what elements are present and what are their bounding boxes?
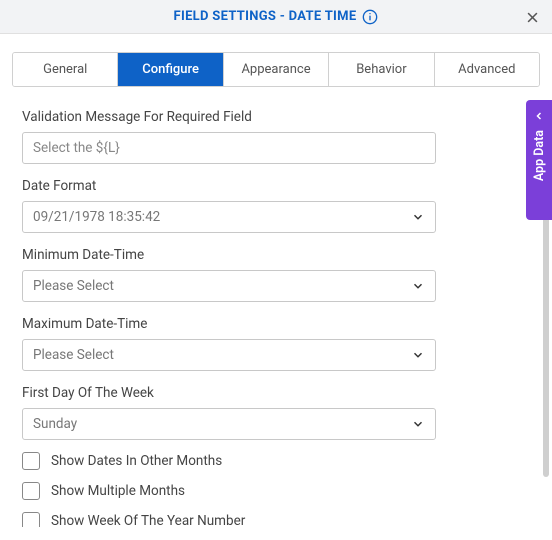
date-format-value: 09/21/1978 18:35:42 xyxy=(33,209,160,225)
tab-bar: General Configure Appearance Behavior Ad… xyxy=(12,52,540,87)
date-format-label: Date Format xyxy=(22,178,530,194)
dialog-title-text: FIELD SETTINGS - DATE TIME xyxy=(174,9,357,24)
min-datetime-label: Minimum Date-Time xyxy=(22,247,530,263)
checkbox-multiple-months[interactable] xyxy=(22,482,40,500)
max-datetime-select[interactable]: Please Select xyxy=(22,339,436,371)
info-icon[interactable] xyxy=(362,9,378,25)
dialog-header: FIELD SETTINGS - DATE TIME xyxy=(0,0,552,34)
checkbox-row-week-number: Show Week Of The Year Number xyxy=(22,512,530,527)
close-icon xyxy=(525,10,540,25)
first-day-label: First Day Of The Week xyxy=(22,385,530,401)
chevron-down-icon xyxy=(411,210,425,224)
tab-appearance[interactable]: Appearance xyxy=(224,53,329,86)
min-datetime-value: Please Select xyxy=(33,278,114,294)
checkbox-row-multiple-months: Show Multiple Months xyxy=(22,482,530,500)
side-tab-label: App Data xyxy=(532,130,547,181)
date-format-select[interactable]: 09/21/1978 18:35:42 xyxy=(22,201,436,233)
first-day-value: Sunday xyxy=(33,416,77,432)
checkbox-week-number[interactable] xyxy=(22,512,40,527)
max-datetime-value: Please Select xyxy=(33,347,114,363)
content-panel: Validation Message For Required Field Se… xyxy=(0,87,552,527)
max-datetime-label: Maximum Date-Time xyxy=(22,316,530,332)
close-button[interactable] xyxy=(522,7,542,27)
chevron-down-icon xyxy=(411,279,425,293)
min-datetime-select[interactable]: Please Select xyxy=(22,270,436,302)
chevron-left-icon xyxy=(533,110,545,122)
checkbox-label-multiple-months: Show Multiple Months xyxy=(51,483,185,499)
chevron-down-icon xyxy=(411,417,425,431)
checkbox-label-week-number: Show Week Of The Year Number xyxy=(51,513,245,527)
scrollbar[interactable] xyxy=(543,181,549,477)
tab-advanced[interactable]: Advanced xyxy=(435,53,539,86)
validation-message-input[interactable]: Select the ${L} xyxy=(22,132,436,164)
tab-behavior[interactable]: Behavior xyxy=(329,53,434,86)
validation-message-value: Select the ${L} xyxy=(33,140,120,156)
validation-message-label: Validation Message For Required Field xyxy=(22,109,530,125)
checkbox-other-months[interactable] xyxy=(22,452,40,470)
chevron-down-icon xyxy=(411,348,425,362)
side-tab-app-data[interactable]: App Data xyxy=(526,100,552,220)
dialog-title: FIELD SETTINGS - DATE TIME xyxy=(174,9,379,25)
tab-general[interactable]: General xyxy=(13,53,118,86)
checkbox-label-other-months: Show Dates In Other Months xyxy=(51,453,222,469)
checkbox-row-other-months: Show Dates In Other Months xyxy=(22,452,530,470)
tab-configure[interactable]: Configure xyxy=(118,53,223,86)
first-day-select[interactable]: Sunday xyxy=(22,408,436,440)
